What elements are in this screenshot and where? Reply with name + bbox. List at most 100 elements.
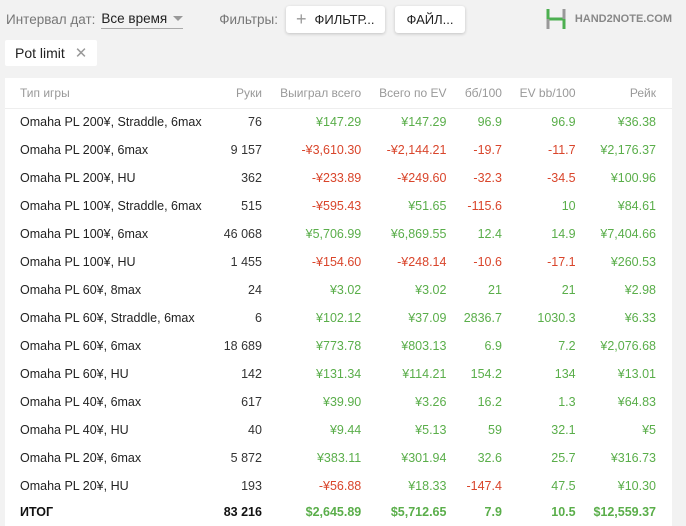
- value-cell: ¥39.90: [323, 395, 362, 409]
- value-cell: ¥9.44: [329, 423, 362, 437]
- value-cell: -34.5: [547, 171, 576, 185]
- column-header[interactable]: Руки: [222, 78, 278, 109]
- value-cell: 96.9: [551, 115, 576, 130]
- stats-table: Тип игры Руки Выиграл всего Всего по EV бб/1…: [5, 78, 672, 524]
- column-header[interactable]: EV bb/100: [517, 78, 592, 109]
- game-type-cell: Omaha PL 60¥, 6max: [20, 339, 142, 353]
- value-cell: -¥233.89: [311, 171, 362, 185]
- table-row[interactable]: Omaha PL 60¥, 8max 24 ¥3.02 ¥3.02 21 21 ¥2.98: [5, 276, 672, 304]
- value-cell: ¥84.61: [617, 199, 656, 213]
- value-cell: 40: [248, 423, 262, 437]
- value-cell: ¥114.21: [402, 367, 447, 381]
- value-cell: 76: [248, 115, 262, 130]
- value-cell: 1030.3: [537, 311, 576, 325]
- game-type-cell: ИТОГ: [20, 505, 54, 519]
- value-cell: 7.2: [558, 339, 576, 353]
- value-cell: ¥773.78: [316, 339, 362, 353]
- table-row[interactable]: Omaha PL 40¥, 6max 617 ¥39.90 ¥3.26 16.2 1.3 ¥…: [5, 388, 672, 416]
- table-row[interactable]: Omaha PL 100¥, 6max 46 068 ¥5,706.99 ¥6,869…: [5, 220, 672, 248]
- value-cell: 83 216: [223, 505, 262, 519]
- game-type-cell: Omaha PL 60¥, HU: [20, 367, 129, 381]
- chevron-down-icon: [173, 16, 184, 21]
- game-type-cell: Omaha PL 40¥, HU: [20, 423, 129, 437]
- value-cell: ¥383.11: [316, 451, 362, 465]
- game-type-cell: Omaha PL 100¥, HU: [20, 255, 136, 269]
- value-cell: ¥13.01: [617, 367, 656, 381]
- value-cell: ¥6,869.55: [390, 227, 447, 241]
- value-cell: 21: [488, 283, 502, 297]
- table-row[interactable]: Omaha PL 60¥, HU 142 ¥131.34 ¥114.21 154.2 13…: [5, 360, 672, 388]
- column-header[interactable]: Выиграл всего: [277, 78, 378, 109]
- value-cell: 10: [561, 199, 576, 213]
- table-header: Тип игры Руки Выиграл всего Всего по EV бб/1…: [5, 78, 672, 109]
- add-filter-label: ФИЛЬТР...: [314, 11, 375, 27]
- game-type-cell: Omaha PL 40¥, 6max: [20, 395, 142, 409]
- value-cell: ¥36.38: [617, 115, 656, 130]
- plus-icon: +: [296, 8, 307, 29]
- value-cell: 10.5: [551, 505, 576, 519]
- column-header[interactable]: Рейк: [591, 78, 672, 109]
- value-cell: ¥5,706.99: [305, 227, 362, 241]
- hand2note-logo-icon: [546, 9, 566, 29]
- game-type-cell: Omaha PL 200¥, Straddle, 6max: [20, 115, 202, 130]
- game-type-cell: Omaha PL 20¥, HU: [20, 479, 129, 493]
- value-cell: 6.9: [484, 339, 502, 353]
- value-cell: 32.1: [551, 423, 576, 437]
- value-cell: ¥37.09: [408, 311, 447, 325]
- column-header[interactable]: Тип игры: [5, 78, 223, 109]
- value-cell: 5 872: [230, 451, 262, 465]
- table-row[interactable]: Omaha PL 60¥, Straddle, 6max 6 ¥102.12 ¥37.…: [5, 304, 672, 332]
- table-row[interactable]: Omaha PL 200¥, Straddle, 6max 76 ¥147.29 ¥1…: [5, 108, 672, 136]
- value-cell: -¥249.60: [397, 171, 447, 185]
- value-cell: 21: [561, 283, 576, 297]
- value-cell: -32.3: [473, 171, 502, 185]
- close-icon[interactable]: ✕: [75, 44, 88, 62]
- filter-chip[interactable]: Pot limit ✕: [5, 40, 98, 66]
- value-cell: -¥3,610.30: [301, 143, 362, 157]
- value-cell: ¥7,404.66: [600, 227, 656, 241]
- interval-select[interactable]: Все время: [101, 9, 184, 29]
- table-row[interactable]: Omaha PL 20¥, 6max 5 872 ¥383.11 ¥301.94 32.…: [5, 444, 672, 472]
- value-cell: 12.4: [477, 227, 502, 241]
- value-cell: ¥301.94: [401, 451, 447, 465]
- table-row[interactable]: Omaha PL 20¥, HU 193 -¥56.88 ¥18.33 -147.4 47…: [5, 472, 672, 500]
- column-header[interactable]: Всего по EV: [377, 78, 463, 109]
- interval-value: Все время: [101, 11, 168, 26]
- value-cell: 2836.7: [463, 311, 502, 325]
- value-cell: 7.9: [484, 505, 502, 519]
- table-row[interactable]: Omaha PL 60¥, 6max 18 689 ¥773.78 ¥803.13 6.…: [5, 332, 672, 360]
- value-cell: 1 455: [230, 255, 262, 269]
- value-cell: ¥260.53: [610, 255, 656, 269]
- value-cell: 617: [241, 395, 262, 409]
- table-row[interactable]: Omaha PL 100¥, Straddle, 6max 515 -¥595.43…: [5, 192, 672, 220]
- logo: HAND2NOTE.COM: [545, 8, 672, 30]
- toolbar: Интервал дат: Все время Фильтры: + ФИЛЬТР…: [6, 5, 466, 33]
- value-cell: -¥2,144.21: [386, 143, 447, 157]
- value-cell: 6: [254, 311, 262, 325]
- value-cell: $12,559.37: [593, 505, 656, 519]
- value-cell: $5,712.65: [390, 505, 447, 519]
- add-filter-button[interactable]: + ФИЛЬТР...: [286, 5, 385, 33]
- value-cell: ¥131.34: [316, 367, 362, 381]
- value-cell: 362: [241, 171, 262, 185]
- value-cell: ¥6.33: [624, 311, 656, 325]
- value-cell: 18 689: [223, 339, 262, 353]
- table-row[interactable]: Omaha PL 200¥, 6max 9 157 -¥3,610.30 -¥2,14…: [5, 136, 672, 164]
- total-row[interactable]: ИТОГ 83 216 $2,645.89 $5,712.65 7.9 10.5 $12,5…: [5, 500, 672, 524]
- game-type-cell: Omaha PL 60¥, 8max: [20, 283, 142, 297]
- value-cell: ¥10.30: [617, 479, 656, 493]
- table-row[interactable]: Omaha PL 100¥, HU 1 455 -¥154.60 -¥248.14 -1…: [5, 248, 672, 276]
- value-cell: -¥154.60: [311, 255, 362, 269]
- game-type-cell: Omaha PL 100¥, 6max: [20, 227, 149, 241]
- column-header[interactable]: бб/100: [462, 78, 518, 109]
- table-row[interactable]: Omaha PL 40¥, HU 40 ¥9.44 ¥5.13 59 32.1 ¥5: [5, 416, 672, 444]
- interval-label: Интервал дат:: [6, 11, 96, 27]
- table-row[interactable]: Omaha PL 200¥, HU 362 -¥233.89 -¥249.60 -32.…: [5, 164, 672, 192]
- file-button[interactable]: ФАЙЛ...: [394, 5, 466, 33]
- value-cell: 134: [554, 367, 576, 381]
- value-cell: 32.6: [477, 451, 502, 465]
- value-cell: ¥5.13: [415, 423, 447, 437]
- value-cell: -17.1: [547, 255, 576, 269]
- value-cell: 59: [488, 423, 502, 437]
- value-cell: $2,645.89: [305, 505, 362, 519]
